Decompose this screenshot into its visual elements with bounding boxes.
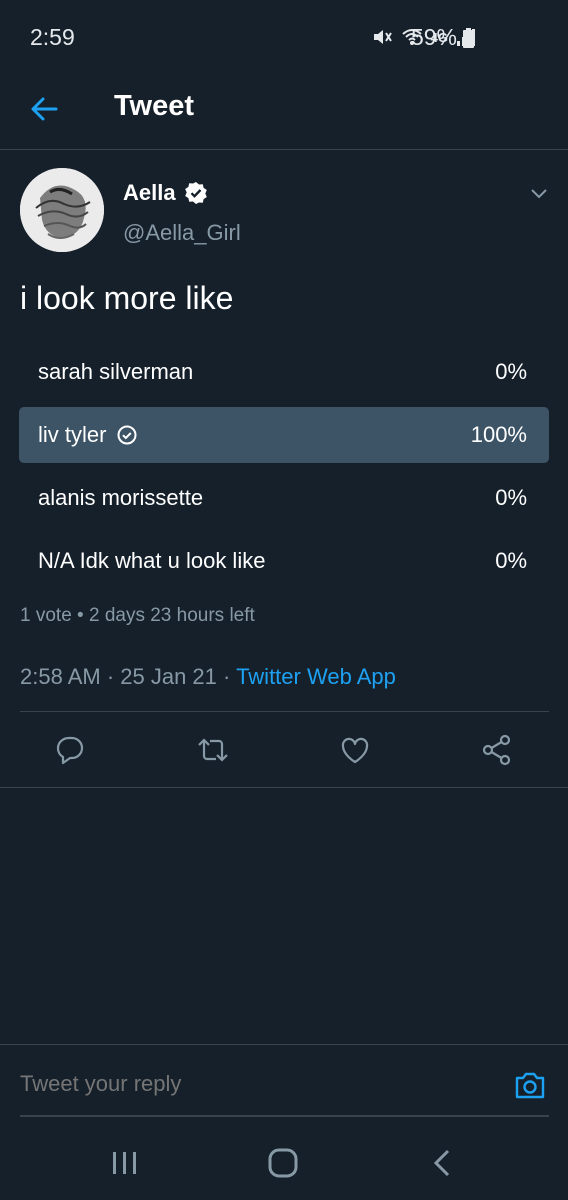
poll: sarah silverman 0% liv tyler 100% alanis… — [19, 344, 549, 596]
share-icon[interactable] — [479, 732, 515, 768]
poll-option: sarah silverman 0% — [19, 344, 549, 400]
divider — [20, 711, 549, 712]
status-bar: 2:59 4G 59% — [0, 0, 568, 76]
retweet-icon[interactable] — [195, 732, 231, 768]
home-icon[interactable] — [266, 1146, 300, 1180]
poll-option-percent: 100% — [470, 422, 527, 447]
battery-percent: 59% — [410, 24, 457, 50]
tweet-detail-screen: 2:59 4G 59% Tweet Aella @Aella_Girl i lo… — [0, 0, 568, 1200]
recent-apps-icon[interactable] — [108, 1146, 142, 1180]
like-heart-icon[interactable] — [337, 732, 373, 768]
avatar[interactable] — [20, 168, 104, 252]
verified-badge-icon — [184, 182, 207, 204]
poll-option-label: N/A Idk what u look like — [38, 548, 266, 573]
back-icon[interactable] — [426, 1146, 460, 1180]
reply-underline — [20, 1115, 549, 1117]
source-link[interactable]: Twitter Web App — [236, 664, 396, 689]
author-name[interactable]: Aella — [123, 180, 176, 206]
mute-icon — [373, 30, 392, 44]
back-arrow-icon[interactable] — [26, 90, 64, 128]
author-name-row: Aella — [123, 180, 208, 206]
divider — [0, 787, 568, 788]
status-time: 2:59 — [30, 24, 75, 50]
app-header: Tweet — [0, 76, 568, 150]
poll-option-percent: 0% — [495, 548, 527, 573]
poll-option-label: alanis morissette — [38, 485, 204, 510]
author-handle[interactable]: @Aella_Girl — [123, 220, 241, 246]
poll-option: N/A Idk what u look like 0% — [19, 533, 549, 589]
poll-option-label: liv tyler — [38, 422, 138, 448]
poll-meta: 1 vote • 2 days 23 hours left — [20, 605, 255, 626]
reply-bar — [0, 1044, 568, 1126]
tweet-timestamp: 2:58 AM · 25 Jan 21 · Twitter Web App — [20, 664, 396, 690]
timestamp-text: 2:58 AM · 25 Jan 21 · — [20, 664, 237, 689]
poll-option-percent: 0% — [495, 485, 527, 510]
camera-icon[interactable] — [512, 1067, 548, 1103]
page-title: Tweet — [114, 90, 195, 122]
battery-icon — [463, 28, 474, 48]
poll-option-label: sarah silverman — [38, 359, 194, 384]
poll-option-winner: liv tyler 100% — [19, 407, 549, 463]
avatar-sketch-image — [20, 168, 104, 252]
action-bar — [0, 722, 568, 782]
reply-icon[interactable] — [52, 732, 88, 768]
chevron-down-icon[interactable] — [528, 182, 550, 204]
reply-input[interactable] — [20, 1071, 490, 1097]
system-nav-bar — [0, 1126, 568, 1200]
poll-option: alanis morissette 0% — [19, 470, 549, 526]
poll-option-percent: 0% — [495, 359, 527, 384]
check-circle-icon — [117, 425, 137, 445]
tweet-text: i look more like — [20, 280, 234, 316]
